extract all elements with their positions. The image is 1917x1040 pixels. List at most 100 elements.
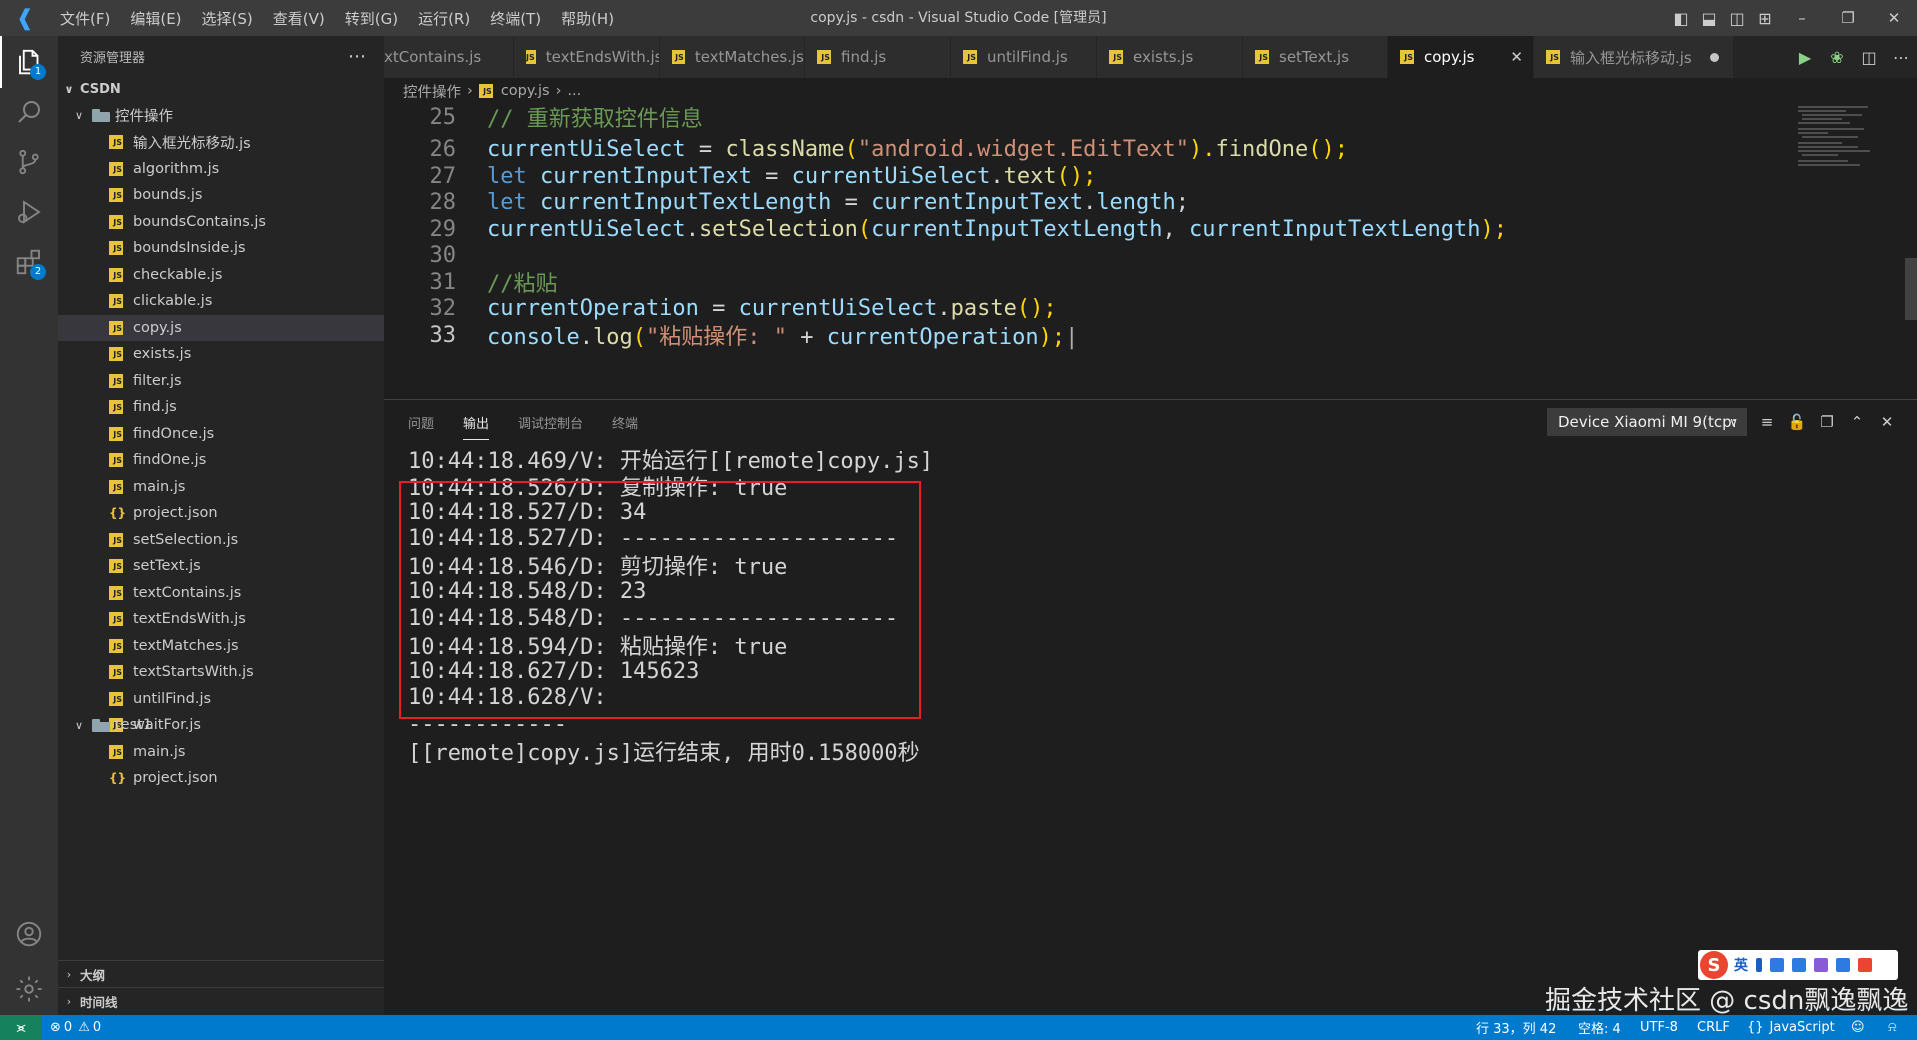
punctuation-icon[interactable] <box>1756 958 1762 972</box>
file-item[interactable]: JS findOnce.js <box>58 421 384 448</box>
encoding[interactable]: UTF-8 <box>1640 1015 1678 1040</box>
file-item[interactable]: JS textContains.js <box>58 580 384 607</box>
file-item[interactable]: JS setSelection.js <box>58 527 384 554</box>
run-debug-icon[interactable] <box>0 186 58 238</box>
toolbox-icon[interactable] <box>1836 958 1850 972</box>
js-file-icon: JS <box>109 267 123 282</box>
menu-run[interactable]: 运行(R) <box>408 8 480 29</box>
file-item[interactable]: JS bounds.js <box>58 182 384 209</box>
tab-copy[interactable]: JS copy.js ✕ <box>1388 36 1534 78</box>
file-item[interactable]: JS find.js <box>58 394 384 421</box>
tab-textendswith[interactable]: JS textEndsWith.js <box>514 36 660 78</box>
tab-debug-console[interactable]: 调试控制台 <box>518 400 583 444</box>
file-item[interactable]: JS setText.js <box>58 553 384 580</box>
file-item[interactable]: JS checkable.js <box>58 262 384 289</box>
code-editor[interactable]: 25 // 重新获取控件信息 26 currentUiSelect = clas… <box>384 104 1917 399</box>
file-item[interactable]: JS findOne.js <box>58 447 384 474</box>
toggle-secondary-sidebar-icon[interactable]: ◫ <box>1723 0 1751 36</box>
indentation[interactable]: 空格: 4 <box>1578 1015 1621 1040</box>
file-item[interactable]: JS 输入框光标移动.js <box>58 129 384 156</box>
split-editor-icon[interactable]: ◫ <box>1853 36 1885 78</box>
outline-section[interactable]: › 大纲 <box>58 960 384 987</box>
maximize-panel-icon[interactable]: ⌃ <box>1843 408 1871 436</box>
search-icon[interactable] <box>0 86 58 138</box>
menu-terminal[interactable]: 终端(T) <box>480 8 551 29</box>
file-item[interactable]: JS boundsContains.js <box>58 209 384 236</box>
menu-selection[interactable]: 选择(S) <box>192 8 263 29</box>
ime-language[interactable]: 英 <box>1734 955 1748 975</box>
cursor-position[interactable]: 行 33，列 42 <box>1476 1015 1556 1040</box>
more-actions-icon[interactable]: ⋯ <box>348 46 366 67</box>
file-item[interactable]: JS boundsInside.js <box>58 235 384 262</box>
minimize-icon[interactable]: – <box>1779 0 1825 36</box>
menu-file[interactable]: 文件(F) <box>50 8 120 29</box>
close-panel-icon[interactable]: ✕ <box>1873 408 1901 436</box>
breadcrumb-more[interactable]: ... <box>567 83 581 99</box>
keyboard-icon[interactable] <box>1792 958 1806 972</box>
source-control-icon[interactable] <box>0 136 58 188</box>
more-icon[interactable] <box>1858 958 1872 972</box>
restore-icon[interactable]: ❐ <box>1825 0 1871 36</box>
tab-find[interactable]: JS find.js <box>805 36 951 78</box>
run-icon[interactable]: ▶ <box>1789 36 1821 78</box>
file-item[interactable]: JS algorithm.js <box>58 156 384 183</box>
menu-view[interactable]: 查看(V) <box>263 8 335 29</box>
close-tab-icon[interactable]: ✕ <box>1510 48 1523 66</box>
tab-output[interactable]: 输出 <box>463 405 490 440</box>
menu-go[interactable]: 转到(G) <box>335 8 408 29</box>
file-item[interactable]: {} project.json <box>58 765 384 792</box>
editor-scrollbar[interactable] <box>1905 258 1917 320</box>
output-channel-select[interactable]: Device Xiaomi MI 9(tcp: ∨ <box>1547 408 1747 436</box>
clear-output-icon[interactable]: ❐ <box>1813 408 1841 436</box>
file-item[interactable]: JS main.js <box>58 739 384 766</box>
file-item[interactable]: JS textStartsWith.js <box>58 659 384 686</box>
timeline-section[interactable]: › 时间线 <box>58 987 384 1014</box>
explorer-icon[interactable]: 1 <box>0 36 58 88</box>
toggle-word-wrap-icon[interactable]: ≡ <box>1753 408 1781 436</box>
tab-textcontains[interactable]: xtContains.js <box>384 36 514 78</box>
skin-icon[interactable] <box>1814 958 1828 972</box>
toggle-panel-icon[interactable]: ⬓ <box>1695 0 1723 36</box>
file-item[interactable]: {} project.json <box>58 500 384 527</box>
lock-scroll-icon[interactable]: 🔓 <box>1783 408 1811 436</box>
file-item[interactable]: JS exists.js <box>58 341 384 368</box>
menu-help[interactable]: 帮助(H) <box>551 8 624 29</box>
notifications-bell-icon[interactable]: ⍾ <box>1888 1015 1897 1040</box>
file-item[interactable]: JS main.js <box>58 474 384 501</box>
folder-kongjian[interactable]: ∨ 控件操作 <box>58 103 384 130</box>
menu-edit[interactable]: 编辑(E) <box>120 8 191 29</box>
tab-untilfind[interactable]: JS untilFind.js <box>951 36 1097 78</box>
debug-run-icon[interactable]: ❀ <box>1821 36 1853 78</box>
account-icon[interactable] <box>0 908 58 960</box>
close-window-icon[interactable]: ✕ <box>1871 0 1917 36</box>
tab-cursor-move[interactable]: JS 输入框光标移动.js <box>1534 36 1734 78</box>
tab-settext[interactable]: JS setText.js <box>1243 36 1388 78</box>
extensions-icon[interactable]: 2 <box>0 236 58 288</box>
end-of-line[interactable]: CRLF <box>1697 1015 1730 1040</box>
microphone-icon[interactable] <box>1770 958 1784 972</box>
ime-toolbar[interactable]: S 英 <box>1698 950 1898 980</box>
language-mode[interactable]: {} JavaScript <box>1747 1015 1835 1040</box>
tab-textmatches[interactable]: JS textMatches.js <box>660 36 805 78</box>
settings-gear-icon[interactable] <box>0 963 58 1015</box>
file-item[interactable]: JS untilFind.js <box>58 686 384 713</box>
breadcrumb-folder[interactable]: 控件操作 <box>403 81 461 102</box>
file-item[interactable]: JS textMatches.js <box>58 633 384 660</box>
customize-layout-icon[interactable]: ⊞ <box>1751 0 1779 36</box>
problems-status[interactable]: ⊗ 0 ⚠ 0 <box>50 1015 101 1040</box>
file-item[interactable]: JS textEndsWith.js <box>58 606 384 633</box>
breadcrumb-file[interactable]: copy.js <box>501 83 550 99</box>
tab-exists[interactable]: JS exists.js <box>1097 36 1243 78</box>
file-item[interactable]: JS filter.js <box>58 368 384 395</box>
more-actions-icon[interactable]: ⋯ <box>1885 36 1917 78</box>
feedback-icon[interactable]: ☺ <box>1851 1015 1865 1040</box>
file-item[interactable]: JS clickable.js <box>58 288 384 315</box>
file-item[interactable]: JS copy.js <box>58 314 384 341</box>
folder-test1[interactable]: ∨ test1 <box>58 712 384 739</box>
tab-problems[interactable]: 问题 <box>408 400 434 444</box>
workspace-root[interactable]: ∨ CSDN <box>58 76 384 103</box>
remote-indicator-icon[interactable]: ⪤ <box>0 1015 42 1040</box>
toggle-sidebar-icon[interactable]: ◧ <box>1667 0 1695 36</box>
minimap[interactable] <box>1798 104 1908 184</box>
tab-terminal[interactable]: 终端 <box>612 400 638 444</box>
